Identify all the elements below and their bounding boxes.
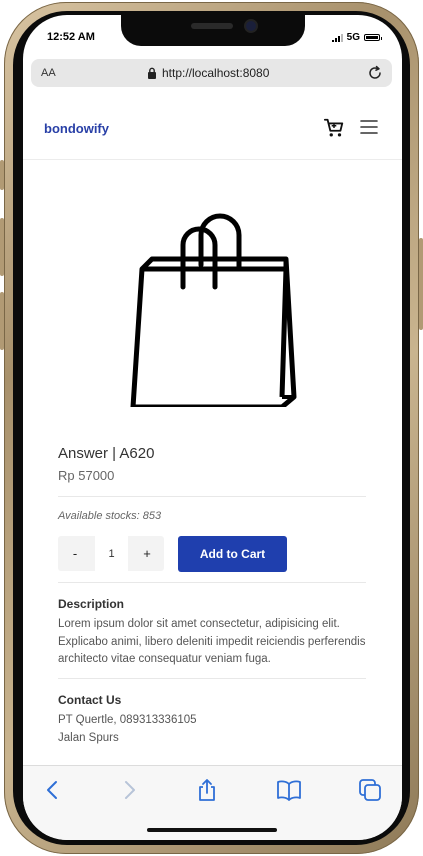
product-title: Answer | A620: [58, 445, 155, 462]
divider: [58, 496, 366, 497]
navbar: bondowify: [23, 95, 402, 160]
speaker: [191, 23, 233, 29]
divider: [58, 678, 366, 679]
divider: [58, 582, 366, 583]
menu-icon[interactable]: [360, 119, 378, 135]
bookmarks-icon[interactable]: [276, 778, 302, 802]
add-to-cart-button[interactable]: Add to Cart: [178, 536, 287, 572]
contact-address: Jalan Spurs: [58, 732, 119, 744]
power-button: [419, 238, 423, 330]
volume-up-button: [0, 218, 4, 276]
quantity-input[interactable]: [95, 536, 128, 571]
screen: 12:52 AM 5G AA http://localhost:8080 bon…: [23, 15, 402, 840]
network-label: 5G: [346, 32, 360, 43]
shopping-bag-icon: [130, 213, 297, 407]
mute-switch: [0, 160, 4, 190]
description-text: Lorem ipsum dolor sit amet consectetur, …: [58, 618, 366, 665]
status-indicators: 5G: [331, 32, 382, 43]
signal-icon: [331, 33, 343, 42]
text-size-button[interactable]: AA: [41, 67, 56, 79]
back-icon[interactable]: [43, 778, 63, 802]
home-indicator: [147, 828, 277, 832]
status-time: 12:52 AM: [47, 31, 95, 43]
volume-down-button: [0, 292, 4, 350]
camera: [246, 21, 256, 31]
share-icon[interactable]: [195, 778, 219, 802]
forward-icon[interactable]: [119, 778, 139, 802]
quantity-stepper: - +: [58, 536, 164, 571]
lock-icon: [148, 67, 156, 79]
brand-logo[interactable]: bondowify: [44, 121, 109, 136]
available-stocks: Available stocks: 853: [58, 510, 162, 522]
url-text: http://localhost:8080: [162, 66, 270, 80]
battery-icon: [364, 34, 382, 41]
description-title: Description: [58, 597, 125, 611]
url-display[interactable]: http://localhost:8080: [147, 66, 269, 80]
product-price: Rp 57000: [58, 468, 115, 483]
decrease-quantity-button[interactable]: -: [58, 536, 92, 571]
reload-icon[interactable]: [366, 64, 384, 82]
contact-title: Contact Us: [58, 693, 122, 707]
contact-company: PT Quertle, 089313336105: [58, 714, 197, 726]
safari-toolbar: [23, 765, 402, 840]
address-bar[interactable]: AA http://localhost:8080: [31, 59, 392, 87]
notch: [121, 15, 305, 46]
tabs-icon[interactable]: [358, 778, 382, 802]
increase-quantity-button[interactable]: +: [130, 536, 164, 571]
web-page: bondowify Answer | A620 Rp 57000 Availab…: [23, 95, 402, 765]
cart-icon[interactable]: [323, 117, 345, 139]
